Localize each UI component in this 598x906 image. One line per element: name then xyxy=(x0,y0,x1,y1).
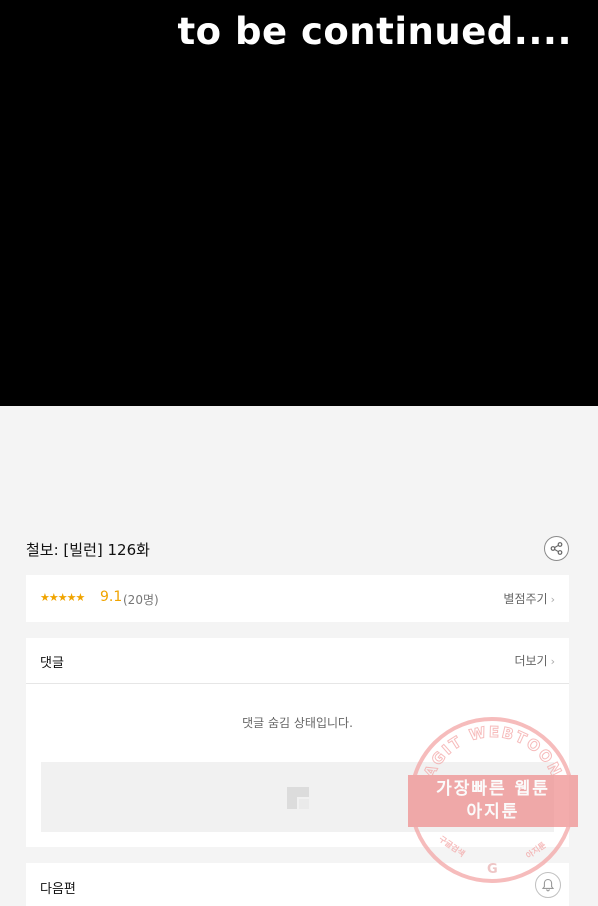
next-episode-card[interactable]: 다음편 xyxy=(26,863,569,906)
comic-panel: to be continued.... xyxy=(0,0,598,406)
episode-title: 철보: [빌런] 126화 xyxy=(26,541,150,559)
bell-icon xyxy=(541,878,555,892)
rating-stars: ★★★★★ xyxy=(40,591,85,604)
divider xyxy=(26,683,569,684)
comments-title: 댓글 xyxy=(40,656,64,671)
ad-placeholder[interactable] xyxy=(41,762,554,832)
notify-button[interactable] xyxy=(535,872,561,898)
chevron-right-icon: › xyxy=(550,655,555,668)
comments-card: 댓글 더보기 › 댓글 숨김 상태입니다. xyxy=(26,638,569,847)
rating-card: ★★★★★ 9.1 (20명) 별점주기 › xyxy=(26,575,569,622)
chevron-right-icon: › xyxy=(550,593,555,606)
comments-hidden-message: 댓글 숨김 상태입니다. xyxy=(242,716,353,730)
rating-score: 9.1 xyxy=(100,589,123,605)
episode-header: 철보: [빌런] 126화 xyxy=(26,535,569,565)
rate-button[interactable]: 별점주기 › xyxy=(503,590,555,607)
next-episode-title: 다음편 xyxy=(40,882,76,897)
rating-count: (20명) xyxy=(123,593,159,607)
comic-text: to be continued.... xyxy=(177,10,572,53)
image-placeholder-icon xyxy=(287,787,309,809)
comments-more-label: 더보기 xyxy=(514,654,548,668)
share-icon xyxy=(550,542,563,555)
comments-more-button[interactable]: 더보기 › xyxy=(514,652,555,669)
rate-button-label: 별점주기 xyxy=(503,592,548,606)
share-button[interactable] xyxy=(544,536,569,561)
